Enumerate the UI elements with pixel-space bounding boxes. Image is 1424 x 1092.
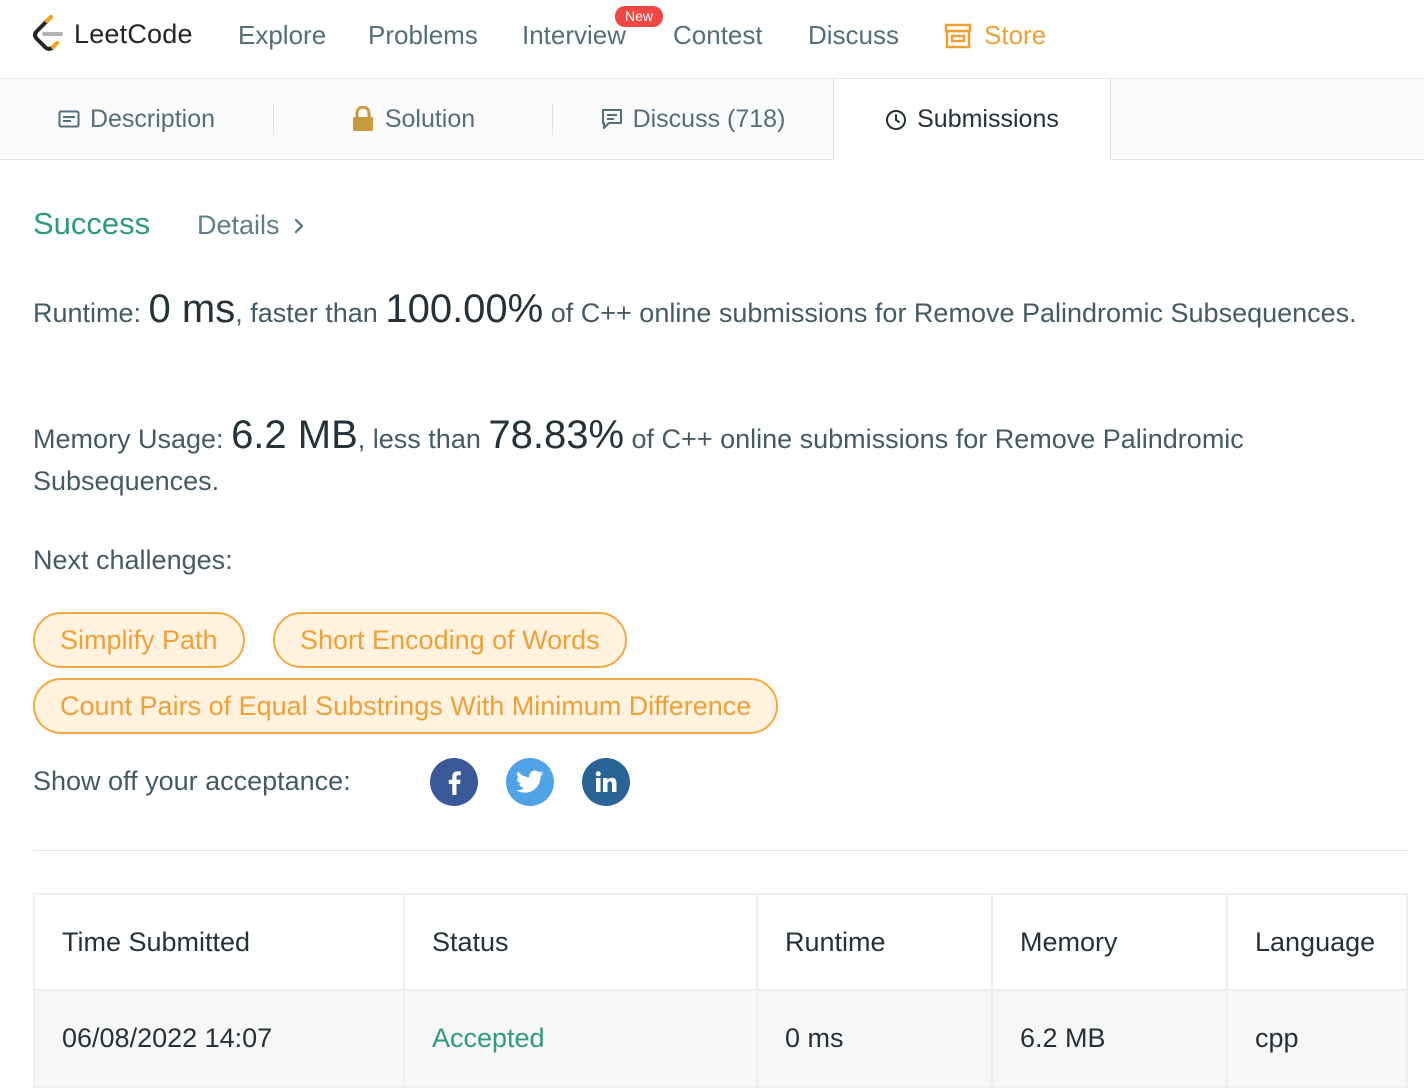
challenge-chip[interactable]: Simplify Path [33, 612, 245, 668]
tab-discuss[interactable]: Discuss (718) [553, 79, 833, 159]
twitter-share-button[interactable] [506, 758, 554, 806]
nav-discuss[interactable]: Discuss [808, 20, 899, 51]
twitter-icon [516, 770, 544, 793]
nav-explore[interactable]: Explore [238, 20, 326, 51]
description-icon [58, 110, 80, 128]
memory-stat: Memory Usage: 6.2 MB, less than 78.83% o… [33, 414, 1373, 502]
runtime-percent: 100.00% [385, 287, 544, 331]
cell-time-submitted: 06/08/2022 14:07 [33, 989, 405, 1088]
leetcode-logo[interactable]: LeetCode [30, 14, 193, 54]
lock-icon [352, 106, 373, 131]
column-header-status[interactable]: Status [403, 893, 758, 991]
memory-percent: 78.83% [488, 413, 625, 457]
new-badge: New [615, 6, 664, 27]
tab-submissions-label: Submissions [917, 105, 1059, 133]
memory-prefix: Memory Usage: [33, 424, 232, 454]
table-header-row: Time Submitted Status Runtime Memory Lan… [33, 893, 1408, 991]
challenge-chip[interactable]: Count Pairs of Equal Substrings With Min… [33, 678, 779, 734]
store-label: Store [984, 20, 1047, 50]
result-status: Success [33, 206, 151, 241]
nav-interview[interactable]: Interview [522, 20, 626, 51]
facebook-icon [448, 771, 461, 795]
facebook-share-button[interactable] [430, 758, 478, 806]
cell-language: cpp [1226, 989, 1408, 1088]
logo-text: LeetCode [74, 18, 193, 49]
clock-icon [886, 109, 907, 130]
memory-mid: , less than [357, 424, 489, 454]
share-label: Show off your acceptance: [33, 766, 351, 796]
tab-solution[interactable]: Solution [274, 79, 552, 159]
column-header-language[interactable]: Language [1226, 893, 1408, 991]
nav-problems[interactable]: Problems [368, 20, 478, 51]
table-row: 06/08/2022 14:07 Accepted 0 ms 6.2 MB cp… [33, 989, 1408, 1088]
tab-discuss-label: Discuss (718) [632, 104, 786, 133]
memory-value: 6.2 MB [231, 413, 358, 457]
tab-description-label: Description [89, 104, 216, 133]
details-link[interactable]: Details [197, 210, 304, 241]
section-divider [33, 850, 1408, 851]
column-header-time[interactable]: Time Submitted [33, 893, 405, 991]
runtime-suffix: of C++ online submissions for Remove Pal… [543, 298, 1357, 328]
column-header-memory[interactable]: Memory [991, 893, 1228, 991]
nav-store[interactable]: Store [944, 20, 1046, 51]
leetcode-logo-icon [33, 15, 63, 51]
details-label: Details [197, 210, 280, 240]
runtime-prefix: Runtime: [33, 298, 149, 328]
tab-solution-label: Solution [384, 104, 476, 133]
runtime-mid: , faster than [235, 298, 386, 328]
cell-memory: 6.2 MB [991, 989, 1228, 1088]
runtime-value: 0 ms [148, 287, 236, 331]
cell-runtime: 0 ms [756, 989, 993, 1088]
next-challenges-label: Next challenges: [33, 545, 233, 575]
column-header-runtime[interactable]: Runtime [756, 893, 993, 991]
tab-submissions[interactable]: Submissions [833, 79, 1111, 160]
linkedin-share-button[interactable] [582, 758, 630, 806]
nav-contest[interactable]: Contest [673, 20, 763, 51]
linkedin-icon [595, 771, 617, 792]
submissions-table: Time Submitted Status Runtime Memory Lan… [33, 893, 1408, 1088]
tab-description[interactable]: Description [0, 79, 273, 159]
store-icon [944, 23, 972, 48]
runtime-stat: Runtime: 0 ms, faster than 100.00% of C+… [33, 288, 1373, 334]
comment-icon [601, 109, 622, 129]
problem-tabs: Description Solution Discuss (718) Submi… [0, 79, 1424, 160]
chevron-right-icon [294, 218, 303, 233]
cell-status-link[interactable]: Accepted [403, 989, 758, 1088]
challenge-chip[interactable]: Short Encoding of Words [273, 612, 627, 668]
top-navbar: LeetCode Explore Problems Interview New … [0, 0, 1424, 79]
